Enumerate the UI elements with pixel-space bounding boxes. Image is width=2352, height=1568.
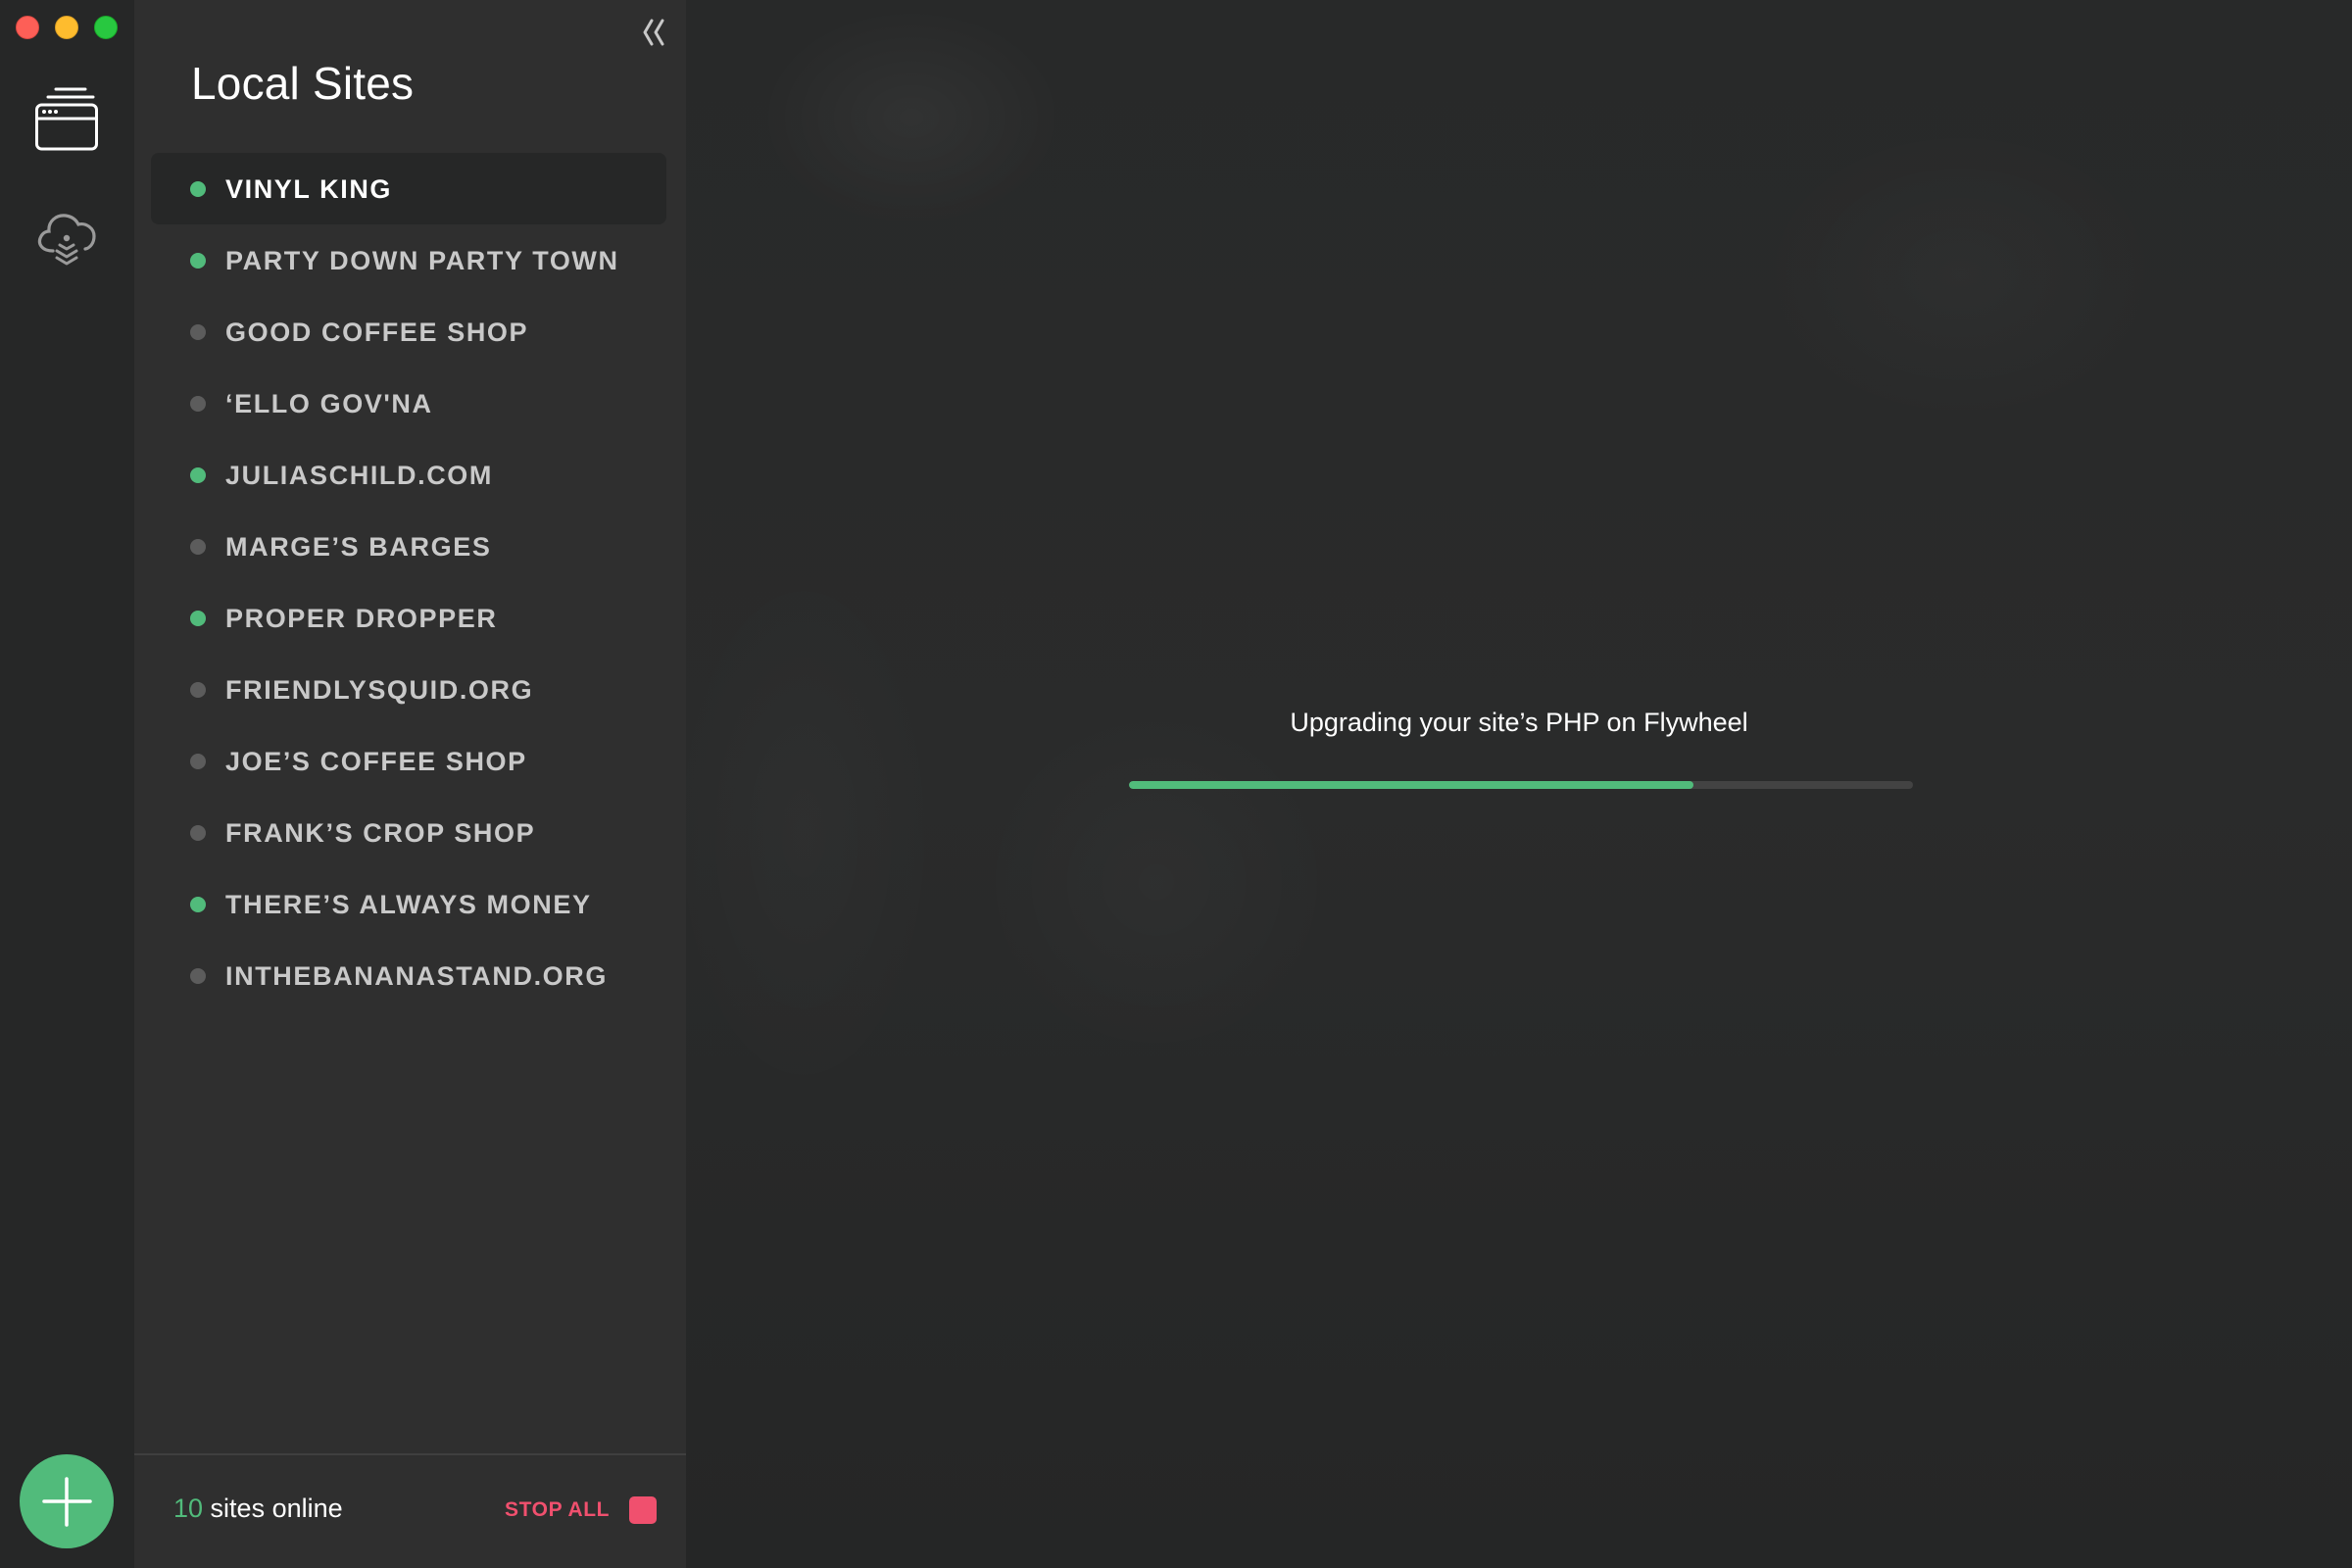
- sites-online-status: 10 sites online: [173, 1494, 343, 1524]
- site-list-item[interactable]: PROPER DROPPER: [151, 582, 666, 654]
- left-rail: [0, 0, 134, 1568]
- site-name: GOOD COFFEE SHOP: [225, 318, 529, 347]
- site-list-item[interactable]: FRIENDLYSQUID.ORG: [151, 654, 666, 725]
- status-offline-dot-icon: [190, 754, 206, 769]
- site-name: FRIENDLYSQUID.ORG: [225, 675, 534, 705]
- status-online-dot-icon: [190, 253, 206, 269]
- status-online-dot-icon: [190, 467, 206, 483]
- sites-stack-icon: [35, 87, 98, 151]
- sites-online-count: 10: [173, 1494, 204, 1523]
- main-content: Upgrading your site’s PHP on Flywheel: [686, 0, 2352, 1568]
- status-offline-dot-icon: [190, 539, 206, 555]
- status-offline-dot-icon: [190, 396, 206, 412]
- progress-bar-fill: [1129, 781, 1693, 789]
- site-list-item[interactable]: VINYL KING: [151, 153, 666, 224]
- site-list-item[interactable]: MARGE’S BARGES: [151, 511, 666, 582]
- status-offline-dot-icon: [190, 682, 206, 698]
- footer-divider: [134, 1453, 686, 1455]
- status-offline-dot-icon: [190, 825, 206, 841]
- site-name: VINYL KING: [225, 174, 393, 204]
- site-list: VINYL KING PARTY DOWN PARTY TOWN GOOD COFF…: [151, 153, 666, 1011]
- plus-icon: [42, 1477, 92, 1527]
- site-list-item[interactable]: ‘ELLO GOV'NA: [151, 368, 666, 439]
- status-online-dot-icon: [190, 181, 206, 197]
- site-name: FRANK’S CROP SHOP: [225, 818, 536, 848]
- stop-all-label: STOP ALL: [505, 1498, 611, 1521]
- rail-local-sites-button[interactable]: [33, 86, 100, 153]
- site-name: PROPER DROPPER: [225, 604, 498, 633]
- site-name: JULIASCHILD.COM: [225, 461, 493, 490]
- progress-status-text: Upgrading your site’s PHP on Flywheel: [1290, 708, 1748, 737]
- window-minimize-button[interactable]: [55, 16, 78, 39]
- stop-square-icon: [629, 1496, 658, 1524]
- site-list-item[interactable]: PARTY DOWN PARTY TOWN: [151, 224, 666, 296]
- site-name: ‘ELLO GOV'NA: [225, 389, 433, 418]
- collapse-sidebar-button[interactable]: [640, 18, 669, 47]
- sites-online-label: sites online: [203, 1494, 343, 1523]
- double-chevron-left-icon: [643, 19, 664, 46]
- page-title: Local Sites: [191, 58, 415, 109]
- progress-bar: [1129, 781, 1913, 789]
- site-list-item[interactable]: JULIASCHILD.COM: [151, 439, 666, 511]
- site-list-item[interactable]: THERE’S ALWAYS MONEY: [151, 868, 666, 940]
- site-name: PARTY DOWN PARTY TOWN: [225, 246, 619, 275]
- stop-all-button[interactable]: STOP ALL: [505, 1496, 658, 1524]
- cloud-download-icon: [37, 214, 96, 266]
- status-online-dot-icon: [190, 611, 206, 626]
- site-name: INTHEBANANASTAND.ORG: [225, 961, 608, 991]
- site-list-item[interactable]: GOOD COFFEE SHOP: [151, 296, 666, 368]
- status-offline-dot-icon: [190, 324, 206, 340]
- sites-panel: Local Sites VINYL KING PARTY DOWN PARTY T…: [134, 0, 686, 1568]
- window-maximize-button[interactable]: [94, 16, 118, 39]
- site-name: JOE’S COFFEE SHOP: [225, 747, 527, 776]
- site-list-item[interactable]: INTHEBANANASTAND.ORG: [151, 940, 666, 1011]
- site-list-item[interactable]: JOE’S COFFEE SHOP: [151, 725, 666, 797]
- window-close-button[interactable]: [16, 16, 39, 39]
- site-name: MARGE’S BARGES: [225, 532, 492, 562]
- site-list-item[interactable]: FRANK’S CROP SHOP: [151, 797, 666, 868]
- status-offline-dot-icon: [190, 968, 206, 984]
- status-online-dot-icon: [190, 897, 206, 912]
- rail-connect-button[interactable]: [33, 204, 100, 270]
- add-site-button[interactable]: [20, 1454, 114, 1548]
- site-name: THERE’S ALWAYS MONEY: [225, 890, 592, 919]
